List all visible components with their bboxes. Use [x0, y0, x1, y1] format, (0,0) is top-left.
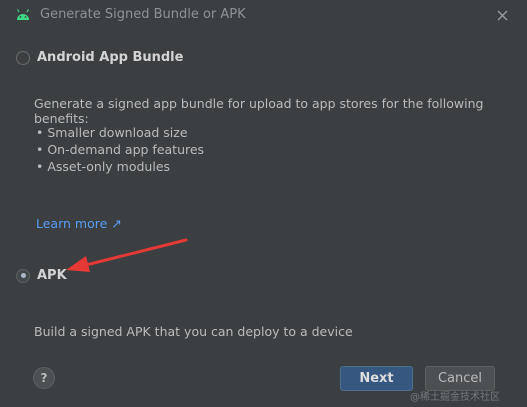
- apk-label: APK: [37, 268, 67, 283]
- bundle-label: Android App Bundle: [37, 50, 184, 65]
- learn-more-link[interactable]: Learn more ↗: [36, 216, 122, 231]
- dialog-titlebar: Generate Signed Bundle or APK: [0, 0, 527, 32]
- android-icon: [16, 9, 30, 20]
- close-icon: [497, 10, 507, 20]
- help-icon: ?: [40, 371, 48, 385]
- benefit-item: • On-demand app features: [36, 142, 205, 157]
- watermark: @稀土掘金技术社区: [410, 392, 500, 403]
- annotation-arrow-icon: [66, 238, 188, 272]
- help-button[interactable]: ?: [33, 367, 55, 389]
- option-app-bundle[interactable]: Android App Bundle: [16, 50, 183, 65]
- bundle-radio[interactable]: [16, 50, 30, 65]
- next-button[interactable]: Next: [340, 366, 413, 391]
- benefit-item: • Asset-only modules: [36, 159, 171, 174]
- benefit-item: • Smaller download size: [36, 125, 188, 140]
- apk-radio[interactable]: [16, 268, 30, 283]
- close-button[interactable]: [492, 5, 512, 25]
- option-apk[interactable]: APK: [16, 268, 67, 283]
- dialog-title: Generate Signed Bundle or APK: [40, 7, 246, 22]
- apk-description: Build a signed APK that you can deploy t…: [34, 324, 353, 339]
- bundle-description: Generate a signed app bundle for upload …: [34, 96, 484, 126]
- benefits-list: • Smaller download size • On-demand app …: [36, 124, 204, 175]
